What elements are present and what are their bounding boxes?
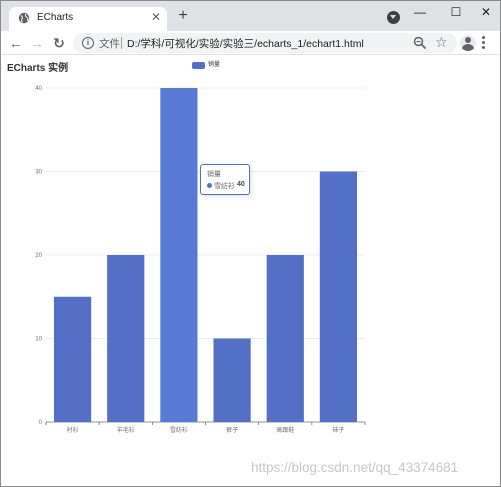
page-content: 0 10 20 30 40 衬衫 羊毛衫 雪纺衫 裤子 高跟鞋 袜子 ECharts 实例 销量 销… [1, 56, 500, 486]
x-tick-label: 裤子 [226, 426, 238, 434]
watermark: https://blog.csdn.net/qq_43374681 [251, 460, 459, 475]
x-tick-label: 高跟鞋 [276, 426, 294, 434]
browser-window: ECharts ✕ + — ☐ ✕ ← → ↻ i 文件 D:/学科/可视化/实… [0, 0, 501, 487]
new-tab-button[interactable]: + [175, 8, 191, 24]
y-tick-label: 40 [35, 86, 42, 92]
tab-close-icon[interactable]: ✕ [149, 10, 163, 24]
browser-toolbar: ← → ↻ i 文件 D:/学科/可视化/实验/实验三/echarts_1/ec… [1, 31, 500, 55]
x-tick-label: 羊毛衫 [117, 426, 135, 434]
y-tick-label: 0 [39, 420, 43, 426]
tooltip-title: 销量 [207, 171, 221, 178]
bar [266, 255, 304, 422]
info-icon[interactable]: i [82, 37, 94, 49]
bar [53, 296, 92, 422]
bar [160, 88, 198, 422]
avatar[interactable] [460, 35, 476, 51]
x-tick-label: 雪纺衫 [170, 426, 188, 434]
address-bar[interactable]: i 文件 D:/学科/可视化/实验/实验三/echarts_1/echart1.… [73, 33, 457, 53]
zoom-icon[interactable] [413, 36, 427, 50]
bar-chart: 010203040衬衫 羊毛衫 雪纺衫 裤子 高跟鞋 袜子 [35, 86, 366, 434]
tab-strip: ECharts ✕ + — ☐ ✕ [1, 1, 500, 31]
bar [319, 171, 358, 422]
bar [107, 255, 145, 422]
forward-button[interactable]: → [28, 34, 46, 52]
globe-icon [18, 12, 30, 24]
omnibox-divider [121, 37, 122, 49]
tooltip-name: 雪纺衫 [214, 183, 235, 190]
scheme-label: 文件 [99, 38, 120, 50]
maximize-button[interactable]: ☐ [445, 4, 467, 20]
browser-tab[interactable]: ECharts ✕ [9, 7, 167, 31]
y-tick-label: 10 [35, 337, 42, 343]
tooltip-value: 40 [237, 181, 245, 188]
reload-button[interactable]: ↻ [50, 34, 68, 52]
legend-swatch [192, 62, 205, 69]
legend-label: 销量 [208, 62, 221, 68]
close-window-button[interactable]: ✕ [475, 4, 497, 20]
bookmark-star-icon[interactable]: ☆ [435, 34, 448, 50]
x-tick-label: 衬衫 [67, 426, 79, 434]
bar [213, 338, 251, 422]
chart-title: ECharts 实例 [7, 63, 69, 74]
chart-tooltip: 销量 雪纺衫 40 [200, 164, 250, 195]
menu-icon[interactable] [482, 35, 486, 51]
x-tick-label: 袜子 [332, 426, 344, 434]
profile-menu-icon[interactable] [387, 11, 400, 24]
url-text[interactable]: D:/学科/可视化/实验/实验三/echarts_1/echart1.html [127, 36, 364, 51]
back-button[interactable]: ← [7, 34, 25, 52]
y-tick-label: 20 [35, 253, 42, 259]
minimize-button[interactable]: — [409, 4, 431, 20]
y-tick-label: 30 [35, 170, 42, 176]
tooltip-marker [207, 183, 212, 188]
tab-title: ECharts [37, 12, 74, 23]
